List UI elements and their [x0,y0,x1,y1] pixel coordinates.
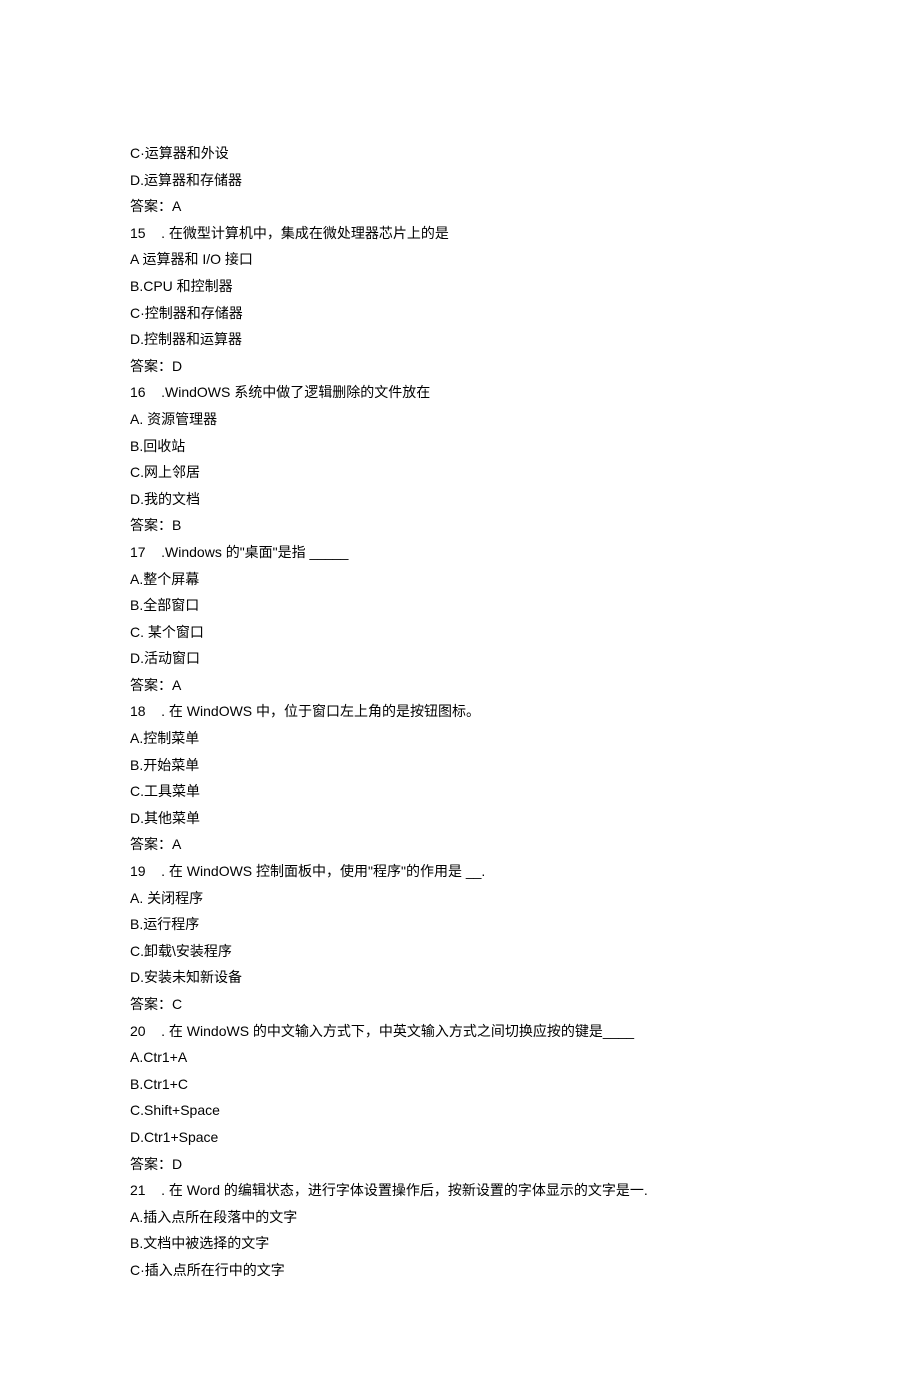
text-line: B.文档中被选择的文字 [130,1230,790,1257]
answer-line: 答案：B [130,512,790,539]
text-line: D.活动窗口 [130,645,790,672]
text-line: D.控制器和运算器 [130,326,790,353]
text-line: C. 某个窗口 [130,619,790,646]
text-line: D.其他菜单 [130,805,790,832]
text-line: A. 资源管理器 [130,406,790,433]
text-line: A.控制菜单 [130,725,790,752]
answer-line: 答案：A [130,672,790,699]
question-line: 16 .WindOWS 系统中做了逻辑删除的文件放在 [130,379,790,406]
text-line: C·插入点所在行中的文字 [130,1257,790,1284]
answer-line: 答案：C [130,991,790,1018]
text-line: B.CPU 和控制器 [130,273,790,300]
text-line: D.运算器和存储器 [130,167,790,194]
text-line: C·控制器和存储器 [130,300,790,327]
text-line: A.整个屏幕 [130,566,790,593]
question-line: 20 . 在 WindoWS 的中文输入方式下，中英文输入方式之间切换应按的键是… [130,1018,790,1045]
text-line: A. 关闭程序 [130,885,790,912]
text-line: A.插入点所在段落中的文字 [130,1204,790,1231]
text-line: B.全部窗口 [130,592,790,619]
text-line: B.开始菜单 [130,752,790,779]
question-line: 19 . 在 WindOWS 控制面板中，使用"程序"的作用是 __. [130,858,790,885]
document-page: C·运算器和外设 D.运算器和存储器 答案：A 15 . 在微型计算机中，集成在… [0,0,920,1384]
text-line: C.卸载\安装程序 [130,938,790,965]
question-line: 15 . 在微型计算机中，集成在微处理器芯片上的是 [130,220,790,247]
question-line: 18 . 在 WindOWS 中，位于窗口左上角的是按钮图标。 [130,698,790,725]
text-line: D.安装未知新设备 [130,964,790,991]
text-line: B.Ctr1+C [130,1071,790,1098]
answer-line: 答案：A [130,193,790,220]
text-line: B.回收站 [130,433,790,460]
text-line: C·运算器和外设 [130,140,790,167]
text-line: D.Ctr1+Space [130,1124,790,1151]
answer-line: 答案：D [130,353,790,380]
text-line: A.Ctr1+A [130,1044,790,1071]
text-line: C.工具菜单 [130,778,790,805]
answer-line: 答案：D [130,1151,790,1178]
text-line: D.我的文档 [130,486,790,513]
text-line: C.网上邻居 [130,459,790,486]
question-line: 21 . 在 Word 的编辑状态，进行字体设置操作后，按新设置的字体显示的文字… [130,1177,790,1204]
answer-line: 答案：A [130,831,790,858]
question-line: 17 .Windows 的"桌面"是指 _____ [130,539,790,566]
text-line: B.运行程序 [130,911,790,938]
text-line: C.Shift+Space [130,1097,790,1124]
text-line: A 运算器和 I/O 接口 [130,246,790,273]
